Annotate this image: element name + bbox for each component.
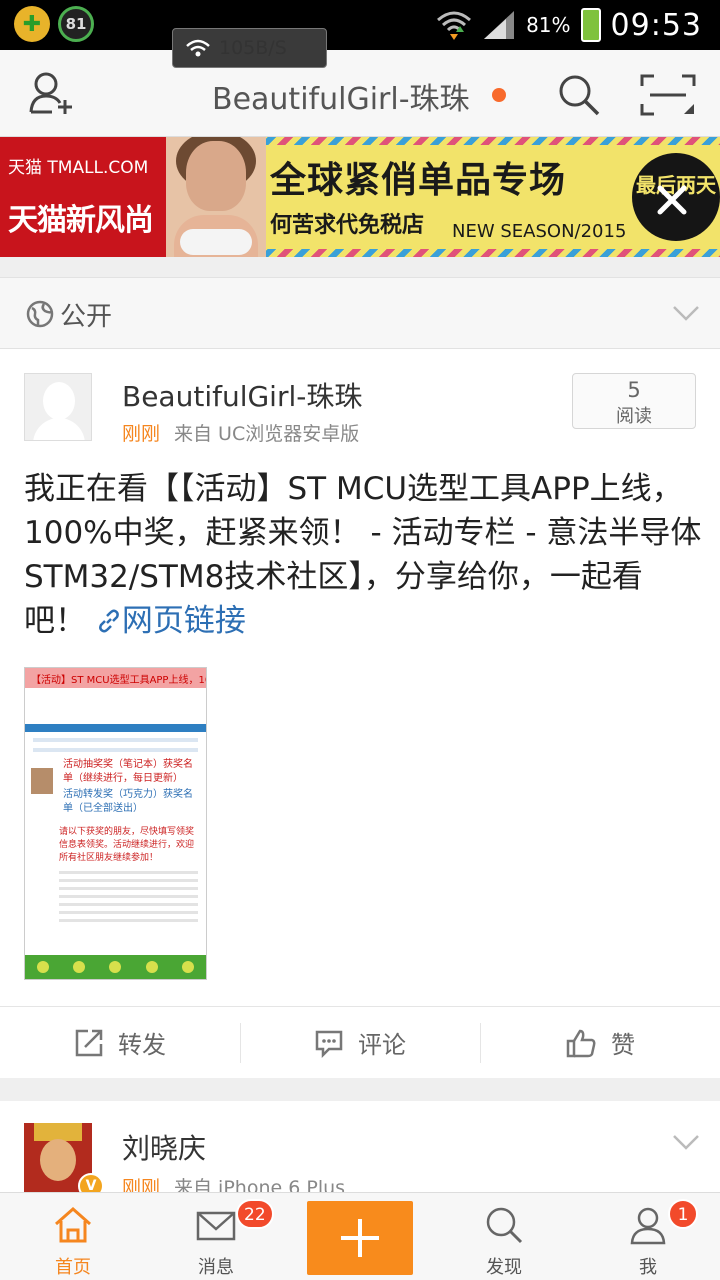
battery-percent: 81% xyxy=(526,13,571,37)
clock: 09:53 xyxy=(610,7,702,43)
status-bar-indicators: 81% 09:53 xyxy=(436,4,702,46)
search-icon xyxy=(486,1207,523,1244)
thumbnail-footer xyxy=(25,955,206,979)
messages-badge: 22 xyxy=(236,1199,274,1229)
like-label: 赞 xyxy=(611,1031,635,1059)
tmall-brand-big: 天猫新风尚 xyxy=(8,203,154,238)
chevron-down-icon[interactable] xyxy=(672,1133,700,1151)
tab-messages-label: 消息 xyxy=(198,1257,234,1278)
plus-icon xyxy=(341,1219,379,1257)
thumbs-up-icon xyxy=(566,1029,596,1057)
post-action-bar: 转发 评论 赞 xyxy=(0,1006,720,1078)
tab-discover-label: 发现 xyxy=(486,1257,522,1278)
network-speed-popup: 105B/S xyxy=(172,28,327,68)
status-bar-apps: ✚ 81 xyxy=(14,6,94,42)
search-button[interactable] xyxy=(556,72,602,122)
me-badge: 1 xyxy=(668,1199,698,1229)
post-card: BeautifulGirl-珠珠 刚刚 来自 UC浏览器安卓版 5 阅读 我正在看… xyxy=(0,349,720,1078)
read-count-box: 5 阅读 xyxy=(572,373,696,429)
ad-headline: 全球紧俏单品专场 xyxy=(270,160,567,201)
add-friend-icon xyxy=(29,72,72,114)
tab-home[interactable]: 首页 xyxy=(18,1193,128,1280)
page-title[interactable]: BeautifulGirl-珠珠 xyxy=(212,74,474,118)
link-icon xyxy=(98,609,119,633)
visibility-label: 公开 xyxy=(60,302,113,332)
tab-me-label: 我 xyxy=(639,1257,657,1278)
author-avatar[interactable] xyxy=(24,373,92,441)
thumbnail-line-blue: 活动转发奖（巧克力）获奖名单（已全部送出） xyxy=(63,789,193,814)
tmall-logo: 天猫 TMALL.COM 天猫新风尚 xyxy=(0,137,166,257)
post-meta: 刚刚 来自 UC浏览器安卓版 xyxy=(122,419,359,446)
repost-button[interactable]: 转发 xyxy=(0,1007,240,1078)
search-icon xyxy=(559,75,600,116)
thumbnail-avatar xyxy=(31,768,53,794)
close-icon xyxy=(657,185,687,215)
scan-icon xyxy=(640,74,696,116)
app-badge-icon: 81 xyxy=(58,6,94,42)
author-name[interactable]: 刘晓庆 xyxy=(122,1127,206,1167)
profile-icon xyxy=(630,1207,666,1245)
ad-model-image xyxy=(166,137,266,257)
author-name[interactable]: BeautifulGirl-珠珠 xyxy=(122,375,362,415)
post-time: 刚刚 xyxy=(122,423,161,445)
bottom-tab-bar: 首页 消息 22 发现 我 1 xyxy=(0,1192,720,1280)
post-card: V 刘晓庆 刚刚 来自 iPhone 6 Plus xyxy=(0,1101,720,1201)
comment-label: 评论 xyxy=(358,1031,406,1059)
repost-label: 转发 xyxy=(118,1031,166,1059)
battery-icon xyxy=(580,8,601,42)
post-body: 我正在看【【活动】ST MCU选型工具APP上线，100%中奖，赶紧来领！ - … xyxy=(24,467,704,643)
ad-season: NEW SEASON/2015 xyxy=(452,221,627,242)
top-navigation-bar: BeautifulGirl-珠珠 xyxy=(0,50,720,137)
close-ad-button[interactable] xyxy=(652,180,692,224)
like-button[interactable]: 赞 xyxy=(480,1007,720,1078)
scan-button[interactable] xyxy=(640,74,696,120)
web-link[interactable]: 网页链接 xyxy=(96,603,246,639)
wifi-icon xyxy=(437,11,472,40)
tab-discover[interactable]: 发现 xyxy=(449,1193,559,1280)
tab-home-label: 首页 xyxy=(55,1257,91,1278)
unread-dot xyxy=(492,88,506,102)
status-bar: ✚ 81 81% 09:53 xyxy=(0,0,720,50)
comment-icon xyxy=(315,1030,343,1058)
compose-button[interactable] xyxy=(307,1201,413,1275)
read-label: 阅读 xyxy=(616,406,652,427)
comment-button[interactable]: 评论 xyxy=(240,1007,480,1078)
tmall-brand-small: 天猫 TMALL.COM xyxy=(8,158,149,178)
app-badge-count: 81 xyxy=(65,15,87,33)
chevron-down-icon xyxy=(673,306,699,321)
home-icon xyxy=(55,1206,91,1243)
network-speed: 105B/S xyxy=(219,37,287,59)
ad-banner[interactable]: 天猫 TMALL.COM 天猫新风尚 全球紧俏单品专场 何苦求代免税店 NEW … xyxy=(0,137,720,257)
ad-subline: 何苦求代免税店 xyxy=(270,213,425,238)
thumbnail-line-red: 活动抽奖奖（笔记本）获奖名单（继续进行，每日更新） xyxy=(63,759,193,784)
web-link-label: 网页链接 xyxy=(121,603,246,639)
post-source: 来自 UC浏览器安卓版 xyxy=(174,423,360,445)
thumbnail-body: 请以下获奖的朋友，尽快填写领奖信息表领奖。活动继续进行，欢迎所有社区朋友继续参加… xyxy=(59,827,195,863)
envelope-icon xyxy=(196,1211,236,1241)
read-count: 5 xyxy=(627,378,641,402)
wifi-small-icon xyxy=(186,39,210,57)
post-image-thumbnail[interactable]: 【活动】ST MCU选型工具APP上线，100 活动抽奖奖（笔记本）获奖名单（继… xyxy=(24,667,207,980)
signal-icon xyxy=(484,11,515,39)
thumbnail-title: 【活动】ST MCU选型工具APP上线，100 xyxy=(25,668,206,688)
app-notification-icon: ✚ xyxy=(14,6,50,42)
globe-icon xyxy=(26,300,54,328)
visibility-selector[interactable]: 公开 xyxy=(0,277,720,349)
add-friend-button[interactable] xyxy=(28,70,76,120)
repost-icon xyxy=(75,1029,103,1056)
